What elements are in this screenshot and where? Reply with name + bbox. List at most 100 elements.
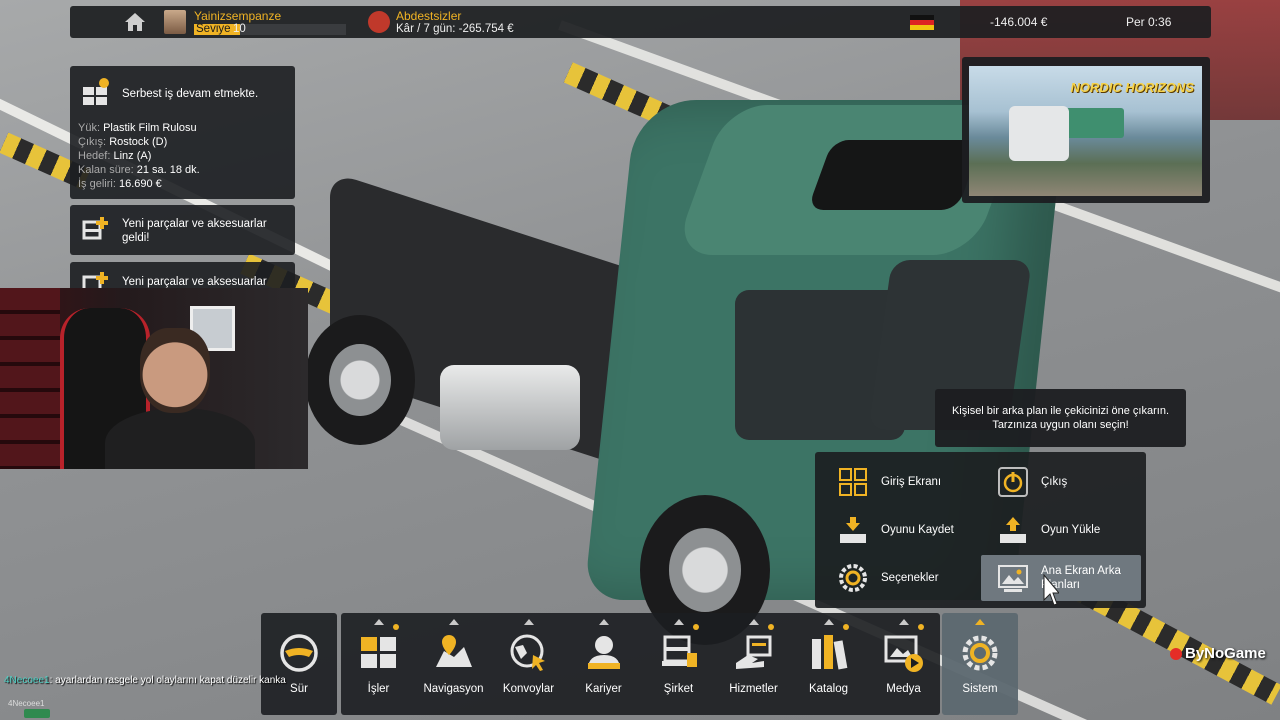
caret-up-icon [449, 619, 459, 625]
truck-parts-icon [82, 216, 110, 244]
menu-item-backgrounds[interactable]: Ana Ekran Arka Planları [981, 555, 1141, 601]
promo-title: NORDIC HORIZONS [1070, 80, 1195, 95]
globe-cursor-icon [509, 633, 549, 673]
webcam-shelf [0, 288, 60, 469]
cargo-label: Yük: [78, 122, 101, 134]
tooltip-line2: Tarzınıza uygun olanı seçin! [992, 419, 1129, 431]
watermark: ByNoGame [1170, 645, 1266, 662]
dlc-promo-banner[interactable]: NORDIC HORIZONS [962, 57, 1210, 203]
nav-company[interactable]: Şirket [641, 613, 716, 715]
webcam-person-body [105, 408, 255, 469]
mouse-cursor-icon [1043, 573, 1061, 606]
notification-dot [918, 624, 924, 630]
destination-label: Hedef: [78, 150, 111, 162]
job-notification[interactable]: Serbest iş devam etmekte. Yük: Plastik F… [70, 66, 295, 199]
country-flag-icon [910, 15, 934, 30]
origin-label: Çıkış: [78, 136, 107, 148]
menu-item-main-screen[interactable]: Giriş Ekranı [821, 459, 981, 505]
nav-label: Kariyer [585, 683, 622, 695]
services-icon [734, 633, 774, 673]
grid-icon [838, 467, 868, 497]
remaining-value: 21 sa. 18 dk. [136, 164, 200, 176]
steering-wheel-icon [279, 633, 319, 673]
menu-item-label: Oyunu Kaydet [881, 524, 954, 536]
parts-title: Yeni parçalar ve aksesuarlar [122, 276, 267, 288]
tooltip-line1: Kişisel bir arka plan ile çekicinizi öne… [951, 405, 1170, 417]
gear-icon [960, 633, 1000, 673]
promo-trailer [1064, 108, 1124, 138]
load-icon [998, 515, 1028, 545]
parts-line1: Yeni parçalar ve aksesuarlar [122, 218, 267, 230]
money-balance: -146.004 € [990, 15, 1048, 29]
job-details: Yük: Plastik Film Rulosu Çıkış: Rostock … [78, 121, 200, 191]
top-status-bar: Yainizsempanze Seviye 10 Abdestsizler Kâ… [70, 6, 1211, 38]
nav-jobs[interactable]: İşler [341, 613, 416, 715]
nav-catalog[interactable]: Katalog [791, 613, 866, 715]
caret-up-icon [524, 619, 534, 625]
promo-image: NORDIC HORIZONS [969, 66, 1202, 196]
watermark-text: ByNoGame [1185, 645, 1266, 662]
job-title: Serbest iş devam etmekte. [122, 88, 259, 100]
truck-icon [659, 633, 699, 673]
notification-dot [693, 624, 699, 630]
nav-label: Hizmetler [729, 683, 778, 695]
truck-wheel [305, 315, 415, 445]
nav-media[interactable]: Medya [866, 613, 941, 715]
destination-value: Linz (A) [113, 150, 152, 162]
cargo-value: Plastik Film Rulosu [103, 122, 197, 134]
crates-icon [359, 633, 399, 673]
company-logo-icon[interactable] [368, 11, 390, 33]
caret-up-icon [975, 619, 985, 625]
company-name[interactable]: Abdestsizler [396, 9, 461, 23]
menu-item-options[interactable]: Seçenekler [821, 555, 981, 601]
home-icon[interactable] [124, 12, 146, 32]
chat-text: : ayarlardan rasgele yol olaylarını kapa… [49, 675, 286, 686]
image-icon [998, 563, 1028, 593]
notification-dot [768, 624, 774, 630]
menu-item-label: Çıkış [1041, 476, 1068, 488]
company-profit: Kâr / 7 gün: -265.754 € [396, 23, 514, 35]
game-time: Per 0:36 [1126, 15, 1172, 29]
truck-sunroof [807, 140, 983, 210]
nav-label: Sistem [962, 683, 998, 695]
menu-item-save-game[interactable]: Oyunu Kaydet [821, 507, 981, 553]
caret-up-icon [899, 619, 909, 625]
nav-services[interactable]: Hizmetler [716, 613, 791, 715]
drive-button[interactable]: Sür [261, 613, 337, 715]
caret-up-icon [674, 619, 684, 625]
gear-icon [838, 563, 868, 593]
promo-truck [1009, 106, 1069, 161]
menu-icon[interactable] [86, 13, 108, 31]
nav-career[interactable]: Kariyer [566, 613, 641, 715]
chat-username: 4Necoee1 [4, 675, 50, 686]
level-value: 10 [233, 23, 246, 35]
menu-item-exit[interactable]: Çıkış [981, 459, 1141, 505]
caret-up-icon [824, 619, 834, 625]
user-name[interactable]: Yainizsempanze [194, 9, 281, 23]
chat-badge [24, 709, 50, 718]
nav-system[interactable]: Sistem [942, 613, 1018, 715]
nav-convoys[interactable]: Konvoylar [491, 613, 566, 715]
menu-item-label: Giriş Ekranı [881, 476, 942, 488]
webcam-person-head [140, 328, 210, 413]
income-label: İş geliri: [78, 178, 116, 190]
parts-title: Yeni parçalar ve aksesuarlar geldi! [122, 217, 267, 245]
menu-item-load-game[interactable]: Oyun Yükle [981, 507, 1141, 553]
nav-label: Şirket [663, 683, 694, 695]
parts-line2: geldi! [122, 232, 150, 244]
person-icon [584, 633, 624, 673]
notification-dot [393, 624, 399, 630]
origin-value: Rostock (D) [109, 136, 168, 148]
bottom-menu-bar: İşler Navigasyon Konvoylar Kariyer Şirke… [341, 613, 940, 715]
caret-up-icon [749, 619, 759, 625]
parts-notification[interactable]: Yeni parçalar ve aksesuarlar geldi! [70, 205, 295, 255]
income-value: 16.690 € [118, 178, 162, 190]
caret-up-icon [374, 619, 384, 625]
nav-navigation[interactable]: Navigasyon [416, 613, 491, 715]
menu-item-label: Seçenekler [881, 572, 939, 584]
nav-label: Navigasyon [423, 683, 484, 695]
level-label: Seviye [196, 23, 231, 35]
job-icon [82, 78, 110, 106]
map-icon [434, 633, 474, 673]
avatar[interactable] [164, 10, 186, 34]
